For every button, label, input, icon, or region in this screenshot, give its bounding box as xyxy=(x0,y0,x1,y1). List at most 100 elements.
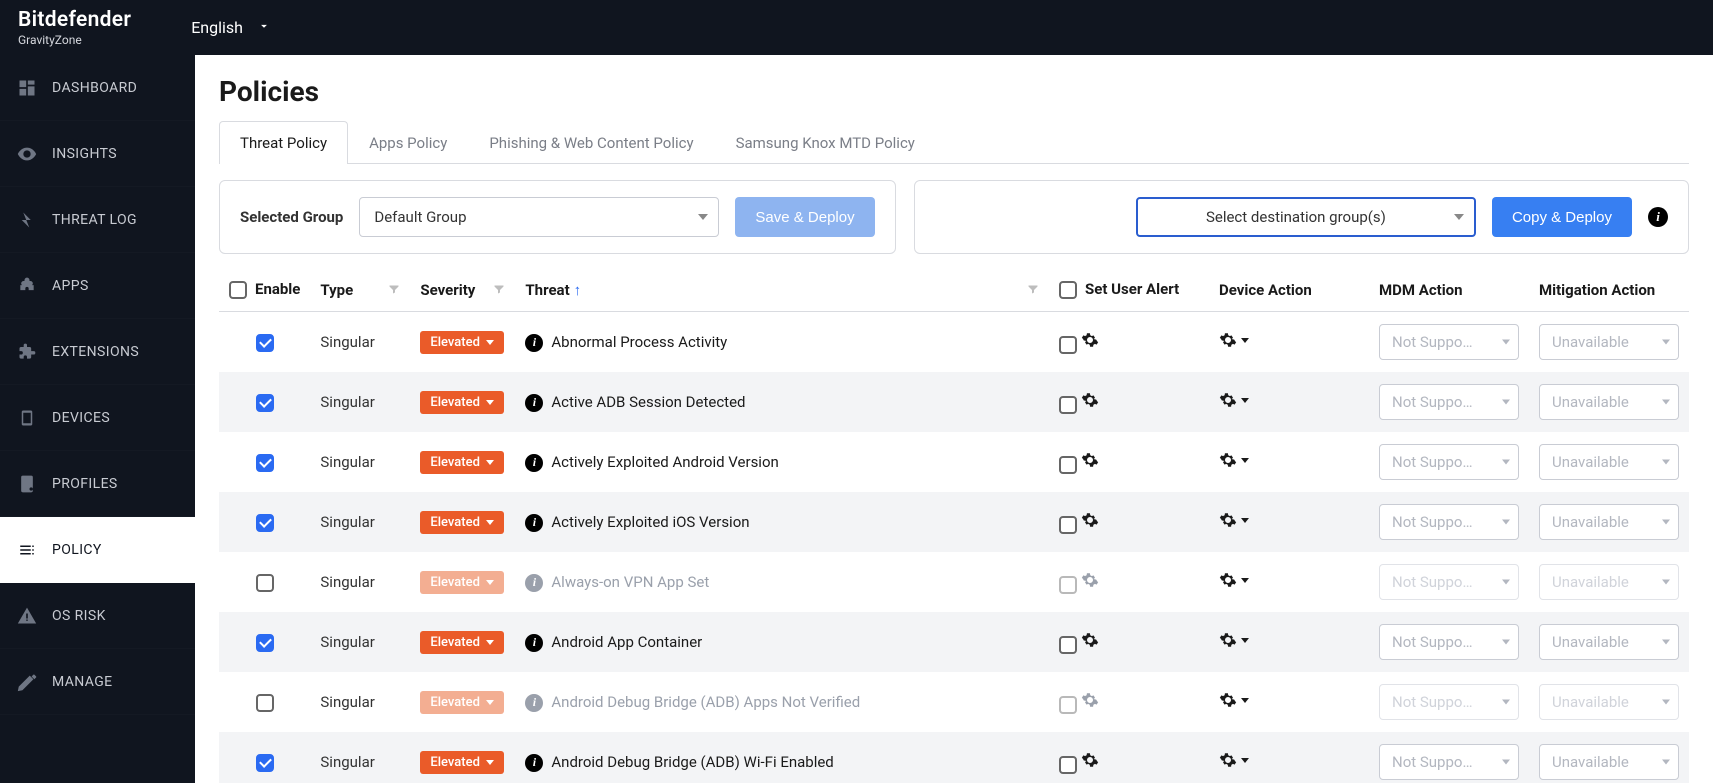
col-mitigation-action[interactable]: Mitigation Action xyxy=(1529,268,1689,312)
language-selector[interactable]: English xyxy=(191,18,271,37)
severity-badge[interactable]: Elevated xyxy=(420,391,504,414)
sidebar-item-dashboard[interactable]: DASHBOARD xyxy=(0,55,195,121)
enable-checkbox[interactable] xyxy=(256,694,274,712)
col-threat[interactable]: Threat↑ xyxy=(515,268,1049,312)
mdm-action-select[interactable]: Not Suppo… xyxy=(1379,744,1519,780)
severity-badge[interactable]: Elevated xyxy=(420,331,504,354)
filter-icon[interactable] xyxy=(493,281,505,299)
copy-deploy-button[interactable]: Copy & Deploy xyxy=(1492,197,1632,237)
device-action-menu[interactable] xyxy=(1219,751,1249,769)
info-icon[interactable]: i xyxy=(525,334,543,352)
user-alert-settings[interactable] xyxy=(1081,511,1099,529)
severity-badge[interactable]: Elevated xyxy=(420,691,504,714)
enable-checkbox[interactable] xyxy=(256,754,274,772)
enable-checkbox[interactable] xyxy=(256,514,274,532)
user-alert-settings[interactable] xyxy=(1081,631,1099,649)
device-action-menu[interactable] xyxy=(1219,631,1249,649)
user-alert-checkbox[interactable] xyxy=(1059,636,1077,654)
severity-badge[interactable]: Elevated xyxy=(420,451,504,474)
sidebar: DASHBOARDINSIGHTSTHREAT LOGAPPSEXTENSION… xyxy=(0,55,195,783)
user-alert-settings[interactable] xyxy=(1081,751,1099,769)
tab-knox[interactable]: Samsung Knox MTD Policy xyxy=(715,121,936,164)
mitigation-action-select[interactable]: Unavailable xyxy=(1539,624,1679,660)
info-icon[interactable]: i xyxy=(1648,207,1668,227)
mitigation-action-select[interactable]: Unavailable xyxy=(1539,384,1679,420)
sidebar-item-profiles[interactable]: PROFILES xyxy=(0,451,195,517)
col-type[interactable]: Type xyxy=(310,268,410,312)
user-alert-checkbox[interactable] xyxy=(1059,516,1077,534)
info-icon[interactable]: i xyxy=(525,754,543,772)
severity-badge[interactable]: Elevated xyxy=(420,511,504,534)
save-deploy-button[interactable]: Save & Deploy xyxy=(735,197,874,237)
severity-badge[interactable]: Elevated xyxy=(420,571,504,594)
mdm-action-select[interactable]: Not Suppo… xyxy=(1379,384,1519,420)
mdm-action-select[interactable]: Not Suppo… xyxy=(1379,564,1519,600)
user-alert-checkbox[interactable] xyxy=(1059,396,1077,414)
info-icon[interactable]: i xyxy=(525,634,543,652)
filter-icon[interactable] xyxy=(388,281,400,299)
enable-checkbox[interactable] xyxy=(256,454,274,472)
sidebar-item-osrisk[interactable]: OS RISK xyxy=(0,583,195,649)
mitigation-action-select[interactable]: Unavailable xyxy=(1539,504,1679,540)
sidebar-item-insights[interactable]: INSIGHTS xyxy=(0,121,195,187)
mdm-action-select[interactable]: Not Suppo… xyxy=(1379,624,1519,660)
info-icon[interactable]: i xyxy=(525,394,543,412)
severity-badge[interactable]: Elevated xyxy=(420,751,504,774)
device-action-menu[interactable] xyxy=(1219,691,1249,709)
sidebar-item-policy[interactable]: POLICY xyxy=(0,517,195,583)
sidebar-item-threatlog[interactable]: THREAT LOG xyxy=(0,187,195,253)
enable-all-checkbox[interactable] xyxy=(229,281,247,299)
device-action-menu[interactable] xyxy=(1219,331,1249,349)
tab-threat[interactable]: Threat Policy xyxy=(219,121,348,164)
destination-placeholder: Select destination group(s) xyxy=(1206,208,1386,226)
tab-apps[interactable]: Apps Policy xyxy=(348,121,468,164)
info-icon[interactable]: i xyxy=(525,694,543,712)
mdm-action-select[interactable]: Not Suppo… xyxy=(1379,324,1519,360)
device-action-menu[interactable] xyxy=(1219,391,1249,409)
mdm-action-select[interactable]: Not Suppo… xyxy=(1379,504,1519,540)
user-alert-checkbox[interactable] xyxy=(1059,696,1077,714)
device-action-menu[interactable] xyxy=(1219,511,1249,529)
user-alert-all-checkbox[interactable] xyxy=(1059,281,1077,299)
cell-type: Singular xyxy=(310,552,410,612)
col-enable[interactable]: Enable xyxy=(219,268,310,312)
tab-phishing[interactable]: Phishing & Web Content Policy xyxy=(468,121,714,164)
mitigation-action-select[interactable]: Unavailable xyxy=(1539,324,1679,360)
sidebar-item-devices[interactable]: DEVICES xyxy=(0,385,195,451)
info-icon[interactable]: i xyxy=(525,514,543,532)
user-alert-settings[interactable] xyxy=(1081,331,1099,349)
user-alert-settings[interactable] xyxy=(1081,451,1099,469)
user-alert-checkbox[interactable] xyxy=(1059,456,1077,474)
info-icon[interactable]: i xyxy=(525,454,543,472)
severity-badge[interactable]: Elevated xyxy=(420,631,504,654)
info-icon[interactable]: i xyxy=(525,574,543,592)
enable-checkbox[interactable] xyxy=(256,634,274,652)
enable-checkbox[interactable] xyxy=(256,334,274,352)
col-mdm-action[interactable]: MDM Action xyxy=(1369,268,1529,312)
user-alert-checkbox[interactable] xyxy=(1059,336,1077,354)
mdm-action-select[interactable]: Not Suppo… xyxy=(1379,684,1519,720)
col-user-alert[interactable]: Set User Alert xyxy=(1049,268,1209,312)
mitigation-action-select[interactable]: Unavailable xyxy=(1539,684,1679,720)
device-action-menu[interactable] xyxy=(1219,451,1249,469)
device-action-menu[interactable] xyxy=(1219,571,1249,589)
enable-checkbox[interactable] xyxy=(256,394,274,412)
user-alert-settings[interactable] xyxy=(1081,571,1099,589)
user-alert-checkbox[interactable] xyxy=(1059,576,1077,594)
sidebar-item-manage[interactable]: MANAGE xyxy=(0,649,195,715)
mdm-action-select[interactable]: Not Suppo… xyxy=(1379,444,1519,480)
filter-icon[interactable] xyxy=(1027,281,1039,299)
destination-group-select[interactable]: Select destination group(s) xyxy=(1136,197,1476,237)
user-alert-settings[interactable] xyxy=(1081,391,1099,409)
enable-checkbox[interactable] xyxy=(256,574,274,592)
user-alert-settings[interactable] xyxy=(1081,691,1099,709)
mitigation-action-select[interactable]: Unavailable xyxy=(1539,444,1679,480)
col-device-action[interactable]: Device Action xyxy=(1209,268,1369,312)
sidebar-item-apps[interactable]: APPS xyxy=(0,253,195,319)
selected-group-select[interactable]: Default Group xyxy=(359,197,719,237)
user-alert-checkbox[interactable] xyxy=(1059,756,1077,774)
mitigation-action-select[interactable]: Unavailable xyxy=(1539,564,1679,600)
col-severity[interactable]: Severity xyxy=(410,268,515,312)
sidebar-item-extensions[interactable]: EXTENSIONS xyxy=(0,319,195,385)
mitigation-action-select[interactable]: Unavailable xyxy=(1539,744,1679,780)
